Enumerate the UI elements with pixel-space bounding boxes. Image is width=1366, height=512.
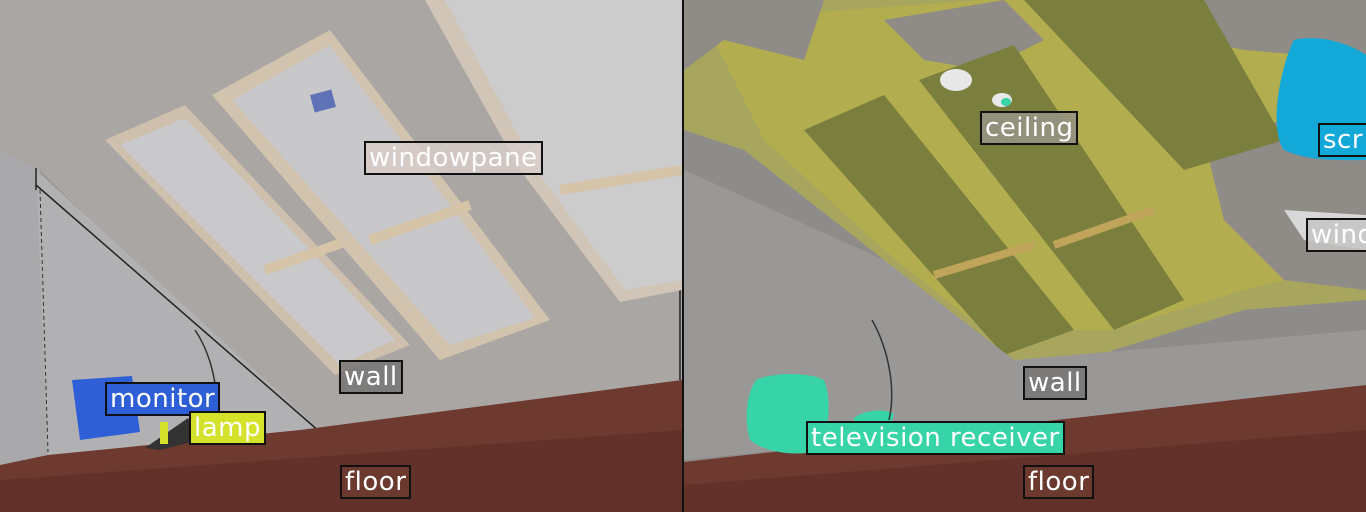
- label-screen: scr: [1318, 123, 1366, 157]
- label-floor: floor: [1023, 465, 1095, 499]
- label-lamp: lamp: [189, 411, 266, 445]
- label-window: wind: [1306, 218, 1366, 252]
- comparison-view: windowpane monitor lamp wall floor ceili…: [0, 0, 1366, 512]
- right-segmentation-panel: ceiling scr wind wall television receive…: [684, 0, 1366, 512]
- left-scene-image: [0, 0, 682, 512]
- label-floor: floor: [340, 465, 412, 499]
- label-wall: wall: [1023, 366, 1087, 400]
- label-windowpane: windowpane: [364, 141, 543, 175]
- label-wall: wall: [339, 360, 403, 394]
- label-ceiling: ceiling: [980, 111, 1079, 145]
- left-segmentation-panel: windowpane monitor lamp wall floor: [0, 0, 682, 512]
- label-television-receiver: television receiver: [806, 421, 1065, 455]
